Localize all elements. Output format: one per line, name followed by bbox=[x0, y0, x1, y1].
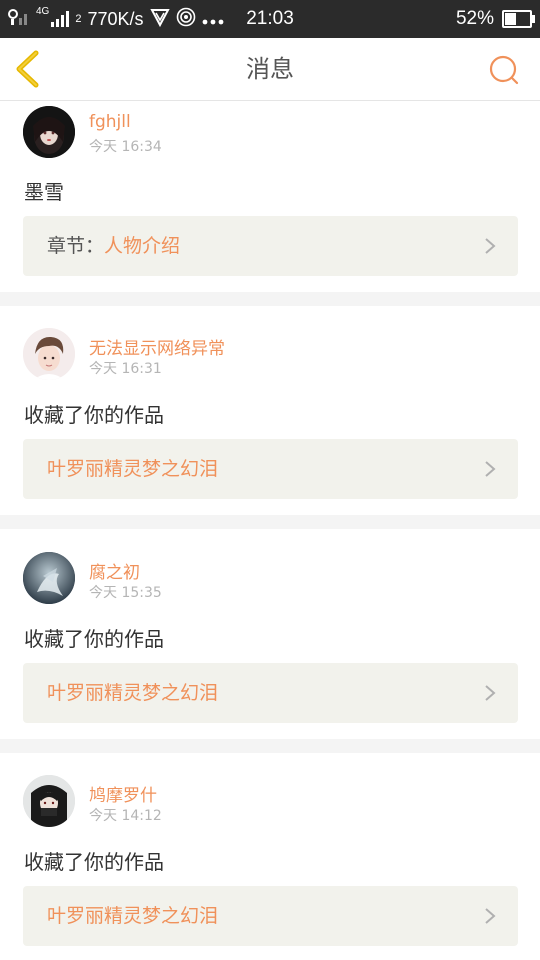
username[interactable]: 腐之初 bbox=[89, 558, 140, 583]
message-action: 收藏了你的作品 bbox=[24, 850, 164, 874]
message-time: 今天 16:31 bbox=[89, 361, 162, 377]
message-time: 今天 14:12 bbox=[89, 808, 162, 824]
top-nav-bar: 消息 bbox=[0, 38, 540, 101]
message-action: 收藏了你的作品 bbox=[24, 627, 164, 651]
username[interactable]: fghjll bbox=[89, 112, 131, 132]
user-avatar[interactable] bbox=[23, 328, 75, 380]
referenced-work-text: 叶罗丽精灵梦之幻泪 bbox=[47, 886, 218, 946]
search-button[interactable] bbox=[488, 54, 520, 86]
referenced-work-link[interactable]: 叶罗丽精灵梦之幻泪 bbox=[23, 663, 518, 723]
ref-title: 叶罗丽精灵梦之幻泪 bbox=[47, 682, 219, 704]
referenced-work-text: 叶罗丽精灵梦之幻泪 bbox=[47, 663, 218, 723]
user-avatar[interactable] bbox=[23, 106, 75, 158]
chevron-right-icon bbox=[485, 685, 496, 701]
battery-fill bbox=[505, 13, 516, 25]
message-time: 今天 16:34 bbox=[89, 139, 162, 155]
username[interactable]: 鸠摩罗什 bbox=[89, 781, 157, 806]
status-right: 52% bbox=[455, 0, 535, 38]
message-time: 今天 15:35 bbox=[89, 585, 162, 601]
ref-title: 叶罗丽精灵梦之幻泪 bbox=[47, 905, 219, 927]
username[interactable]: 无法显示网络异常 bbox=[89, 334, 225, 359]
user-avatar[interactable] bbox=[23, 552, 75, 604]
chevron-right-icon bbox=[485, 908, 496, 924]
message-item[interactable]: 腐之初 今天 15:35 收藏了你的作品 叶罗丽精灵梦之幻泪 bbox=[0, 529, 540, 739]
ref-title: 人物介绍 bbox=[104, 235, 181, 257]
ref-title: 叶罗丽精灵梦之幻泪 bbox=[47, 458, 219, 480]
message-action: 墨雪 bbox=[24, 180, 64, 204]
chevron-right-icon bbox=[485, 461, 496, 477]
referenced-work-link[interactable]: 叶罗丽精灵梦之幻泪 bbox=[23, 439, 518, 499]
referenced-work-text: 叶罗丽精灵梦之幻泪 bbox=[47, 439, 218, 499]
message-item[interactable]: 无法显示网络异常 今天 16:31 收藏了你的作品 叶罗丽精灵梦之幻泪 bbox=[0, 306, 540, 515]
battery-percent: 52% bbox=[455, 8, 494, 29]
battery-icon bbox=[502, 10, 535, 28]
search-icon bbox=[489, 55, 519, 85]
referenced-work-link[interactable]: 章节：人物介绍 bbox=[23, 216, 518, 276]
ref-prefix: 章节： bbox=[47, 235, 105, 257]
divider bbox=[0, 292, 540, 306]
referenced-work-text: 章节：人物介绍 bbox=[47, 216, 180, 276]
status-bar: 4G 2 770K/s 21:03 52% bbox=[0, 0, 540, 38]
page-title: 消息 bbox=[246, 55, 294, 83]
chevron-right-icon bbox=[485, 238, 496, 254]
message-item[interactable]: 鸠摩罗什 今天 14:12 收藏了你的作品 叶罗丽精灵梦之幻泪 bbox=[0, 753, 540, 960]
user-avatar[interactable] bbox=[23, 775, 75, 827]
message-action: 收藏了你的作品 bbox=[24, 403, 164, 427]
referenced-work-link[interactable]: 叶罗丽精灵梦之幻泪 bbox=[23, 886, 518, 946]
message-item[interactable]: fghjll 今天 16:34 墨雪 章节：人物介绍 bbox=[0, 101, 540, 292]
divider bbox=[0, 739, 540, 753]
divider bbox=[0, 515, 540, 529]
